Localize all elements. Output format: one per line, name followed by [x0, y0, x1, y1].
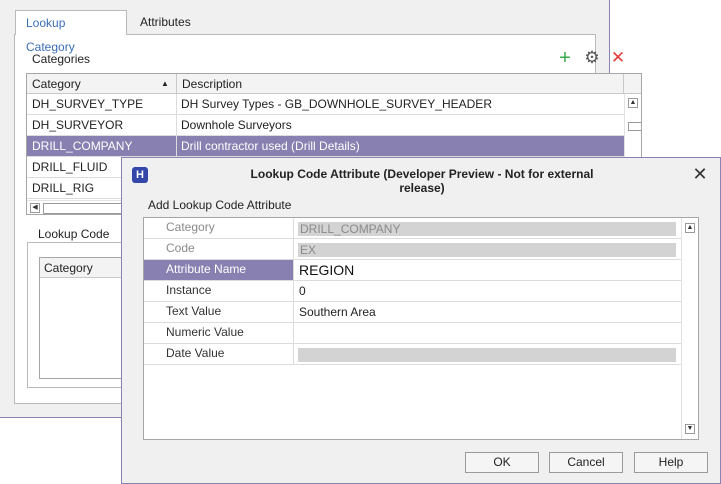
cell-description: Downhole Surveyors	[181, 118, 292, 132]
scroll-left-icon[interactable]: ◀	[30, 203, 40, 213]
table-row[interactable]: DH_SURVEYOR Downhole Surveyors	[27, 115, 624, 136]
tab-lookup-category[interactable]: Lookup Category	[15, 10, 127, 54]
app-logo-icon: H	[132, 167, 148, 183]
date-value-field[interactable]	[298, 348, 676, 362]
property-row-date-value[interactable]: Date Value	[144, 344, 681, 365]
cell-category: DRILL_COMPANY	[32, 139, 133, 153]
table-row[interactable]: DH_SURVEY_TYPE DH Survey Types - GB_DOWN…	[27, 94, 624, 115]
cell-description: DH Survey Types - GB_DOWNHOLE_SURVEY_HEA…	[181, 97, 492, 111]
property-label: Category	[144, 218, 294, 238]
code-field: EX	[298, 243, 676, 257]
property-row-text-value[interactable]: Text Value Southern Area	[144, 302, 681, 323]
add-icon[interactable]: +	[556, 48, 574, 68]
scroll-thumb[interactable]	[628, 122, 641, 131]
help-button[interactable]: Help	[634, 452, 708, 473]
property-label: Code	[144, 239, 294, 259]
property-row-attribute-name[interactable]: Attribute Name REGION	[144, 260, 681, 281]
dialog-subtitle: Add Lookup Code Attribute	[148, 198, 292, 212]
property-label: Instance	[144, 281, 294, 301]
scroll-up-icon[interactable]: ▲	[685, 223, 695, 233]
lookup-code-label: Lookup Code	[38, 227, 110, 241]
scroll-up-icon[interactable]: ▲	[628, 98, 638, 108]
cell-category: DRILL_FLUID	[32, 160, 108, 174]
ok-button[interactable]: OK	[465, 452, 539, 473]
property-label: Numeric Value	[144, 323, 294, 343]
lookup-code-attribute-dialog: H Lookup Code Attribute (Developer Previ…	[121, 157, 721, 484]
column-header-label: Category	[32, 77, 81, 91]
table-row-selected[interactable]: DRILL_COMPANY Drill contractor used (Dri…	[27, 136, 624, 157]
column-header-label: Description	[182, 77, 243, 91]
dialog-title: Lookup Code Attribute (Developer Preview…	[250, 167, 594, 195]
text-value-input[interactable]: Southern Area	[299, 302, 376, 322]
property-grid: Category DRILL_COMPANY Code EX Attribute…	[143, 217, 699, 440]
property-label: Attribute Name	[144, 260, 294, 280]
cell-category: DH_SURVEY_TYPE	[32, 97, 144, 111]
property-row-numeric-value[interactable]: Numeric Value	[144, 323, 681, 344]
category-field: DRILL_COMPANY	[298, 222, 676, 236]
header-corner	[624, 74, 641, 94]
scroll-down-icon[interactable]: ▼	[685, 424, 695, 434]
gear-icon[interactable]: ⚙	[583, 49, 601, 67]
tab-attributes[interactable]: Attributes	[130, 10, 210, 34]
column-header-description[interactable]: Description	[177, 74, 624, 94]
cell-category: DRILL_RIG	[32, 181, 95, 195]
sort-ascending-icon: ▲	[161, 79, 169, 88]
cancel-button[interactable]: Cancel	[549, 452, 623, 473]
vertical-scrollbar[interactable]: ▲ ▼	[681, 218, 698, 439]
property-row-code: Code EX	[144, 239, 681, 260]
property-row-instance[interactable]: Instance 0	[144, 281, 681, 302]
attribute-name-input[interactable]: REGION	[299, 260, 354, 280]
property-label: Text Value	[144, 302, 294, 322]
delete-icon[interactable]: ✕	[609, 49, 627, 67]
close-icon[interactable]: ✕	[690, 164, 710, 184]
instance-input[interactable]: 0	[299, 281, 306, 301]
scroll-thumb[interactable]	[43, 203, 125, 214]
cell-category: DH_SURVEYOR	[32, 118, 124, 132]
property-row-category: Category DRILL_COMPANY	[144, 218, 681, 239]
column-header-category[interactable]: Category ▲	[27, 74, 177, 94]
cell-description: Drill contractor used (Drill Details)	[181, 139, 360, 153]
property-label: Date Value	[144, 344, 294, 364]
